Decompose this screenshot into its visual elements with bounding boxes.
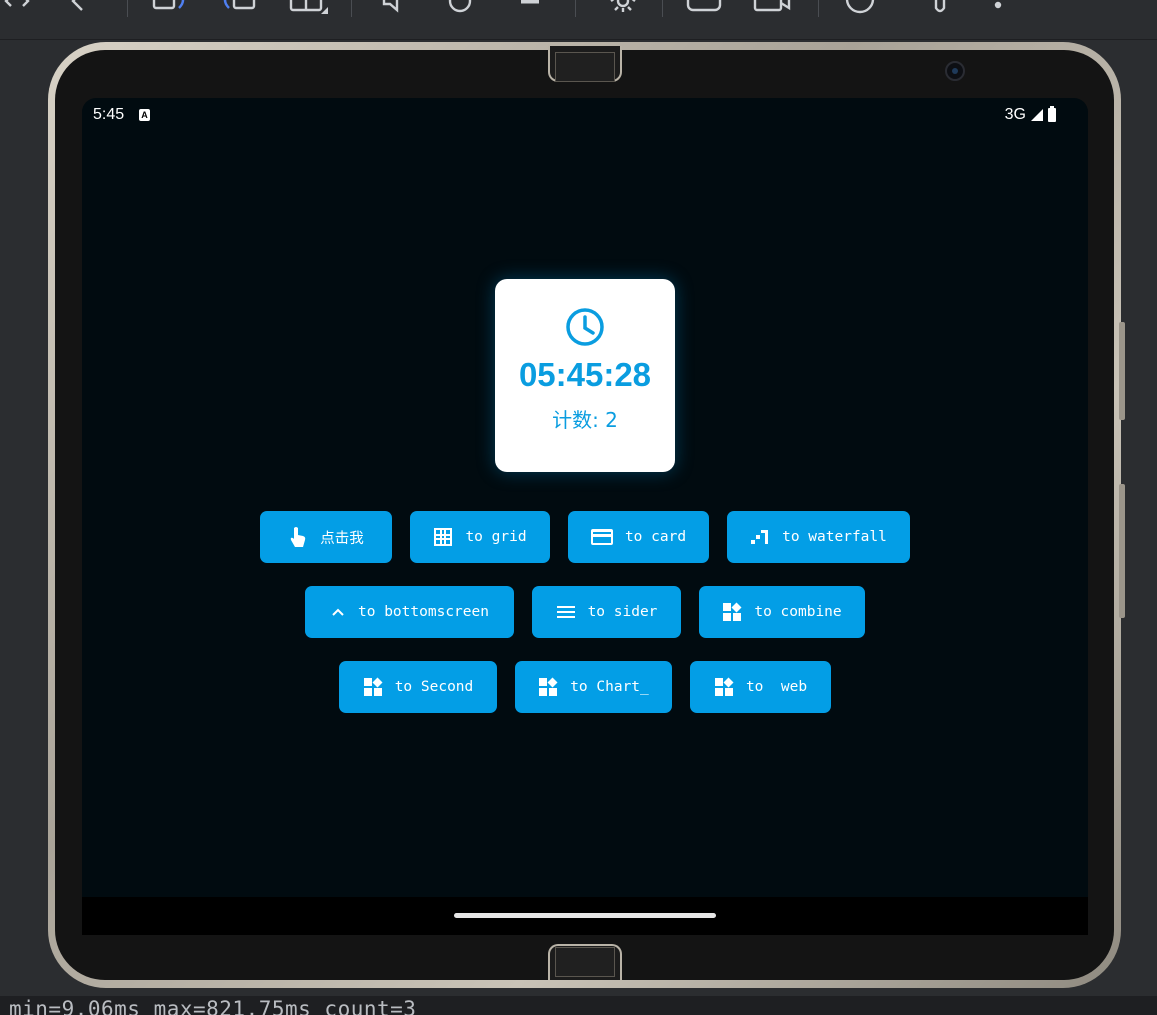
to-sider-button[interactable]: to sider xyxy=(532,586,681,638)
button-label: to sider xyxy=(587,604,658,620)
status-indicators: 3G xyxy=(1005,106,1056,124)
card-icon xyxy=(590,529,613,545)
hinge-notch-top xyxy=(555,52,615,82)
back-arrow-icon[interactable] xyxy=(64,0,94,16)
waterfall-icon xyxy=(751,530,769,544)
click-me-button[interactable]: 点击我 xyxy=(260,511,392,563)
code-arrows-icon[interactable] xyxy=(2,0,32,16)
to-bottomscreen-button[interactable]: to bottomscreen xyxy=(305,586,514,638)
button-label: to waterfall xyxy=(782,529,887,545)
timing-log: min=9.06ms max=821.75ms count=3 xyxy=(9,997,417,1015)
network-type: 3G xyxy=(1004,106,1026,123)
volume-key[interactable] xyxy=(1119,322,1125,420)
clock-time: 05:45:28 xyxy=(518,356,652,393)
device-screen: 5:45 A 3G 05:45:28 计数: 2 点击我 to grid to … xyxy=(82,98,1088,935)
touch-icon[interactable] xyxy=(925,0,955,16)
to-combine-button[interactable]: to combine xyxy=(699,586,865,638)
toolbar-separator xyxy=(575,0,576,17)
home-gesture-handle[interactable] xyxy=(454,913,716,918)
rotate-left-icon[interactable] xyxy=(150,0,190,16)
widgets-icon xyxy=(363,677,383,696)
more-icon[interactable] xyxy=(986,0,1010,16)
to-grid-button[interactable]: to grid xyxy=(410,511,550,563)
widgets-icon xyxy=(714,677,734,696)
rotate-right-icon[interactable] xyxy=(218,0,258,16)
widgets-icon xyxy=(723,602,742,621)
stop-icon[interactable] xyxy=(515,0,545,16)
status-time: 5:45 xyxy=(93,106,125,123)
volume-icon[interactable] xyxy=(378,0,408,16)
keyboard-badge-icon: A xyxy=(139,109,150,121)
button-label: to combine xyxy=(754,604,842,620)
menu-icon xyxy=(556,606,575,618)
front-camera xyxy=(945,61,965,81)
settings-icon[interactable] xyxy=(605,0,641,16)
grid-icon xyxy=(434,528,453,546)
fold-icon[interactable] xyxy=(288,0,328,16)
toolbar-separator xyxy=(662,0,663,17)
power-icon[interactable] xyxy=(445,0,475,16)
clock-card: 05:45:28 计数: 2 xyxy=(495,279,675,472)
to-second-button[interactable]: to Second xyxy=(339,661,497,713)
button-label: 点击我 xyxy=(320,530,364,547)
click-count: 计数: 2 xyxy=(552,408,618,432)
screen-record-icon[interactable] xyxy=(752,0,792,16)
clock-icon xyxy=(566,308,604,346)
power-key[interactable] xyxy=(1119,484,1125,618)
help-icon[interactable] xyxy=(843,0,877,16)
to-web-button[interactable]: to web xyxy=(690,661,831,713)
to-chart-button[interactable]: to Chart_ xyxy=(515,661,672,713)
battery-icon xyxy=(1048,106,1056,122)
button-label: to Chart_ xyxy=(570,679,649,695)
toolbar-separator xyxy=(818,0,819,17)
button-label: to grid xyxy=(465,529,527,545)
to-card-button[interactable]: to card xyxy=(568,511,709,563)
toolbar-separator xyxy=(127,0,128,17)
button-label: to web xyxy=(745,679,808,695)
navigation-bar xyxy=(82,897,1088,935)
log-panel: min=9.06ms max=821.75ms count=3 xyxy=(0,996,1157,1015)
button-label: to Second xyxy=(394,679,474,695)
toolbar-separator xyxy=(351,0,352,17)
hinge-notch-bottom xyxy=(555,947,615,977)
to-waterfall-button[interactable]: to waterfall xyxy=(727,511,910,563)
chevron-up-icon xyxy=(332,608,344,616)
touch-icon xyxy=(291,527,306,547)
widgets-icon xyxy=(539,677,558,696)
button-label: to bottomscreen xyxy=(358,604,489,620)
signal-icon xyxy=(1031,109,1043,121)
emulator-toolbar xyxy=(0,0,1157,40)
button-label: to card xyxy=(624,529,687,545)
screenshot-icon[interactable] xyxy=(684,0,724,16)
